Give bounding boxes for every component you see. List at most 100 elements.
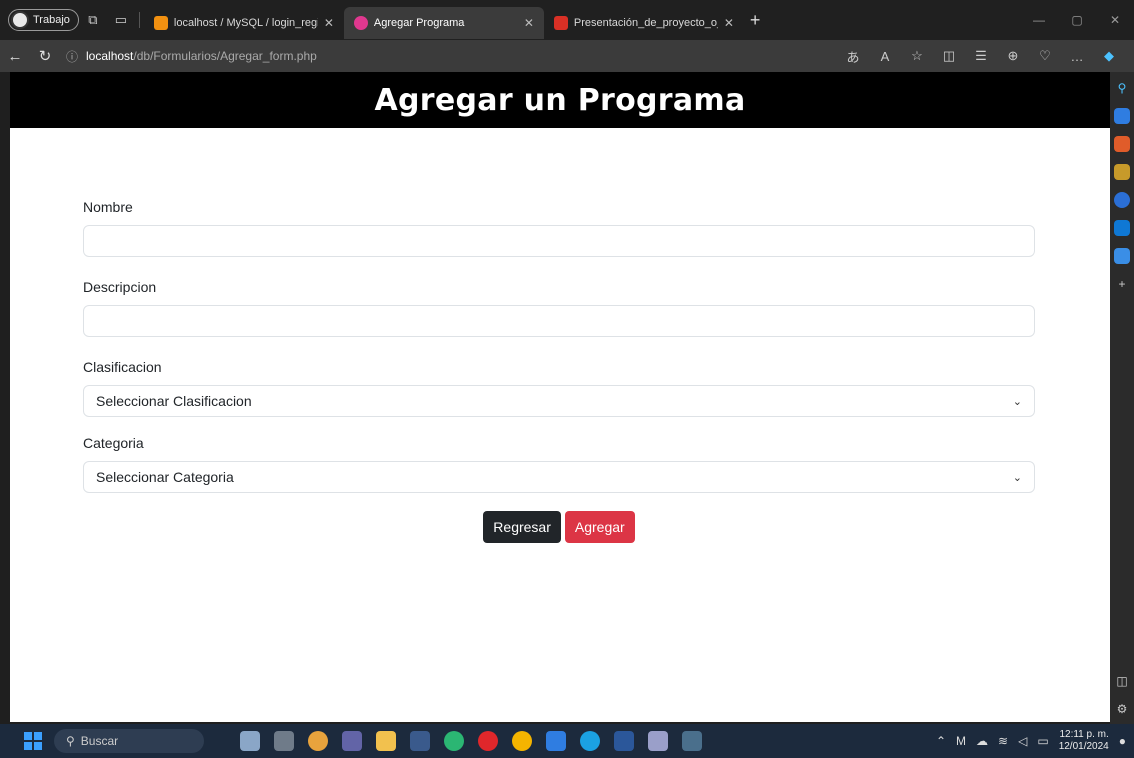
whatsapp-icon[interactable] [444,731,464,751]
tab-separator [138,12,140,28]
maximize-icon[interactable]: ▢ [1058,0,1096,40]
tab-presentacion[interactable]: Presentación_de_proyecto_o_pr ✕ [544,7,744,39]
descripcion-label: Descripcion [83,279,157,295]
close-icon[interactable]: ✕ [324,16,334,30]
opera-icon[interactable] [478,731,498,751]
chevron-down-icon: ⌄ [1012,395,1022,408]
windows-taskbar: ⚲ Buscar ⌃ M ☁ ≋ ◁ ▭ 12:11 p. m. 12/01/2… [0,724,1134,758]
clasificacion-select[interactable]: Seleccionar Clasificacion ⌄ [83,385,1035,417]
web-page: Agregar un Programa Nombre Descripcion C… [10,72,1110,722]
nombre-label: Nombre [83,199,133,215]
translate-icon[interactable]: あ [840,47,866,66]
regresar-button[interactable]: Regresar [483,511,561,543]
chevron-up-icon[interactable]: ⌃ [936,734,946,748]
profile-button[interactable]: Trabajo [8,9,79,31]
notification-bell-icon[interactable]: ● [1119,734,1126,748]
read-aloud-icon[interactable]: A [872,49,898,64]
clasificacion-label: Clasificacion [83,359,162,375]
tab-agregar-programa[interactable]: Agregar Programa ✕ [343,7,544,39]
edge-sidebar: ⚲ + ◫ ⚙ [1110,72,1134,724]
hide-sidebar-icon[interactable]: ◫ [1116,674,1127,688]
window-close-icon[interactable]: ✕ [1096,0,1134,40]
settings-gear-icon[interactable]: ⚙ [1117,702,1128,716]
more-icon[interactable]: … [1064,49,1090,64]
file-explorer-icon[interactable] [376,731,396,751]
page-icon [353,16,368,30]
pdf-icon [553,16,568,30]
page-header: Agregar un Programa [10,72,1110,128]
clasificacion-selected: Seleccionar Clasificacion [96,393,252,409]
window-controls: — ▢ ✕ [1020,0,1134,40]
meet-icon[interactable]: M [956,734,966,748]
back-arrow-icon[interactable]: ← [0,42,30,70]
chrome-icon[interactable] [512,731,532,751]
copilot-icon[interactable]: ◆ [1096,48,1122,64]
windows-start-icon[interactable] [24,732,42,750]
browser-essentials-icon[interactable]: ♡ [1032,48,1058,64]
address-bar: ← ↻ ⓘ localhost/db/Formularios/Agregar_f… [0,40,1134,72]
address-tools: あ A ☆ ◫ ☰ ⊕ ♡ … ◆ [840,40,1122,72]
browser-tab-bar: Trabajo ⧉ ▭ localhost / MySQL / login_re… [0,0,1134,40]
search-icon[interactable]: ⚲ [1114,80,1130,96]
minimize-icon[interactable]: — [1020,0,1058,40]
onedrive-icon[interactable]: ☁ [976,734,988,748]
search-icon: ⚲ [66,734,75,748]
battery-icon[interactable]: ▭ [1037,734,1048,748]
taskbar-search-label: Buscar [80,734,119,748]
games-icon[interactable] [1114,164,1130,180]
phpmyadmin-icon [153,16,168,30]
favorites-icon[interactable]: ☰ [968,48,994,64]
workspaces-icon[interactable]: ⧉ [79,8,107,32]
system-tray: ⌃ M ☁ ≋ ◁ ▭ 12:11 p. m. 12/01/2024 ● [936,724,1126,758]
close-icon[interactable]: ✕ [724,16,734,30]
tab-title: localhost / MySQL / login_registe [173,17,318,29]
url-field[interactable]: ⓘ localhost/db/Formularios/Agregar_form.… [66,43,766,69]
new-tab-icon[interactable]: + [750,10,761,31]
volume-icon[interactable]: ◁ [1018,734,1027,748]
descripcion-input[interactable] [83,305,1035,337]
site-info-icon[interactable]: ⓘ [66,48,78,65]
categoria-selected: Seleccionar Categoria [96,469,234,485]
split-screen-icon[interactable]: ◫ [936,48,962,64]
store-icon[interactable] [410,731,430,751]
url-host: localhost [86,49,134,63]
profile-label: Trabajo [33,14,70,26]
favorite-star-icon[interactable]: ☆ [904,48,930,64]
task-view-icon[interactable] [274,731,294,751]
page-title: Agregar un Programa [374,82,746,118]
word-icon[interactable] [614,731,634,751]
add-icon[interactable]: + [1114,276,1130,292]
tab-title: Presentación_de_proyecto_o_pr [573,17,718,29]
wifi-icon[interactable]: ≋ [998,734,1008,748]
clock-time: 12:11 p. m. [1059,729,1109,740]
profile-avatar [11,11,29,29]
nombre-input[interactable] [83,225,1035,257]
url-path: /db/Formularios/Agregar_form.php [133,49,317,63]
tools-icon[interactable] [1114,136,1130,152]
widgets-icon[interactable] [240,731,260,751]
clock[interactable]: 12:11 p. m. 12/01/2024 [1059,729,1109,753]
refresh-icon[interactable]: ↻ [30,42,60,70]
taskbar-apps [240,731,702,751]
close-icon[interactable]: ✕ [524,16,534,30]
tab-phpmyadmin[interactable]: localhost / MySQL / login_registe ✕ [144,7,344,39]
shopping-icon[interactable] [1114,108,1130,124]
microsoft365-icon[interactable] [1114,192,1130,208]
categoria-select[interactable]: Seleccionar Categoria ⌄ [83,461,1035,493]
chevron-down-icon: ⌄ [1012,471,1022,484]
drop-icon[interactable] [1114,248,1130,264]
tab-title: Agregar Programa [373,17,465,29]
add-program-form: Nombre Descripcion Clasificacion Selecci… [83,199,1035,543]
xampp-icon[interactable] [682,731,702,751]
tab-actions-icon[interactable]: ▭ [107,8,135,32]
app-icon[interactable] [648,731,668,751]
outlook-icon[interactable] [1114,220,1130,236]
agregar-button[interactable]: Agregar [564,511,635,543]
collections-icon[interactable]: ⊕ [1000,48,1026,64]
vscode-icon[interactable] [546,731,566,751]
edge-icon[interactable] [580,731,600,751]
teams-icon[interactable] [342,731,362,751]
weather-icon[interactable] [308,731,328,751]
sidebar-bottom: ◫ ⚙ [1116,674,1127,716]
taskbar-search[interactable]: ⚲ Buscar [54,729,204,753]
